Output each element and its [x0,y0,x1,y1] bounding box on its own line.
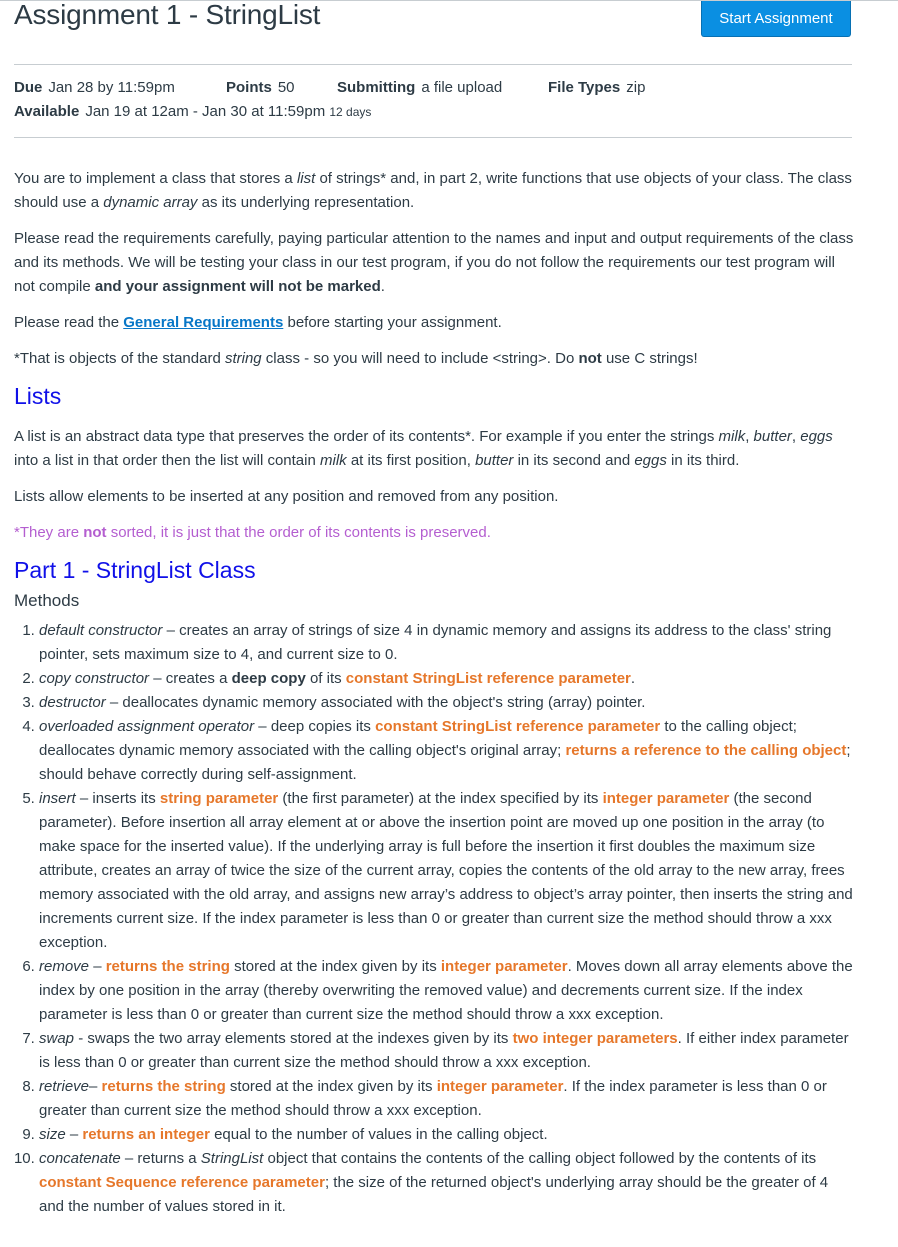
method-item: default constructor – creates an array o… [39,619,854,667]
divider [14,64,852,65]
methods-heading: Methods [14,591,80,610]
method-item: destructor – deallocates dynamic memory … [39,691,854,715]
method-item: concatenate – returns a StringList objec… [39,1147,854,1219]
intro-paragraph-3: Please read the General Requirements bef… [14,314,502,331]
available-label: Available [14,103,80,120]
start-assignment-button[interactable]: Start Assignment [701,1,851,37]
method-item: insert – inserts its string parameter (t… [39,787,854,955]
method-item: retrieve– returns the string stored at t… [39,1075,854,1123]
file-types-field: File Types zip [548,79,645,96]
lists-note: *They are not sorted, it is just that th… [14,524,491,541]
available-duration: 12 days [329,105,372,119]
file-types-value: zip [626,79,646,96]
lists-paragraph-2: Lists allow elements to be inserted at a… [14,488,559,505]
part1-heading: Part 1 - StringList Class [14,557,256,583]
method-item: remove – returns the string stored at th… [39,955,854,1027]
available-value: Jan 19 at 12am - Jan 30 at 11:59pm [85,103,326,120]
method-item: copy constructor – creates a deep copy o… [39,667,854,691]
lists-heading: Lists [14,383,62,409]
assignment-details-row-1: Due Jan 28 by 11:59pm Points 50 Submitting a … [14,79,645,96]
divider [14,137,852,138]
assignment-details-row-2: Available Jan 19 at 12am - Jan 30 at 11:5… [14,103,371,120]
general-requirements-link[interactable]: General Requirements [123,314,283,331]
method-item: swap - swaps the two array elements stor… [39,1027,854,1075]
lists-paragraph-1: A list is an abstract data type that pre… [14,428,833,469]
intro-paragraph-1: You are to implement a class that stores… [14,170,852,211]
due-label: Due [14,79,43,96]
method-item: overloaded assignment operator – deep co… [39,715,854,787]
due-value: Jan 28 by 11:59pm [48,79,175,96]
points-label: Points [226,79,272,96]
file-types-label: File Types [548,79,621,96]
method-item: size – returns an integer equal to the n… [39,1123,854,1147]
intro-footnote: *That is objects of the standard string … [14,350,698,367]
methods-list: default constructor – creates an array o… [14,619,854,1219]
submitting-label: Submitting [337,79,416,96]
submitting-value: a file upload [421,79,503,96]
intro-paragraph-2: Please read the requirements carefully, … [14,230,854,295]
due-field: Due Jan 28 by 11:59pm [14,79,226,96]
points-field: Points 50 [226,79,337,96]
points-value: 50 [277,79,295,96]
page-title: Assignment 1 - StringList [14,0,321,30]
submitting-field: Submitting a file upload [337,79,548,96]
assignment-description: You are to implement a class that stores… [14,167,854,1219]
